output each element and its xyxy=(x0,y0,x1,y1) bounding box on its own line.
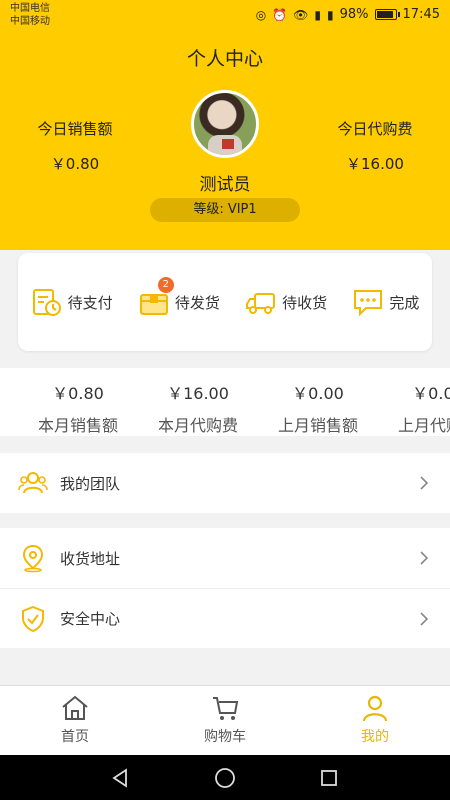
system-nav-bar xyxy=(0,755,450,800)
status-bar: 中国电信 中国移动 ◎ ⏰ 👁 ▮ ▮ 98% 17:45 xyxy=(0,0,450,32)
battery-icon xyxy=(374,9,400,20)
level-badge: 等级: VIP1 xyxy=(150,198,300,222)
hotspot-icon: ◎ xyxy=(255,7,267,22)
order-pending-shipment-label: 待发货 xyxy=(174,293,220,312)
team-icon xyxy=(18,472,48,494)
carrier-2: 中国移动 xyxy=(10,16,50,27)
menu-item-team-label: 我的团队 xyxy=(60,474,121,493)
shipment-count-badge: 2 xyxy=(157,277,174,293)
chat-dots-icon xyxy=(354,290,383,317)
carrier-1: 中国电信 xyxy=(10,3,50,14)
status-icons: ◎ ⏰ 👁 ▮ ▮ 98% 17:45 xyxy=(256,7,440,22)
user-icon xyxy=(362,695,388,722)
menu-item-address-label: 收货地址 xyxy=(60,549,121,568)
nav-home[interactable]: 首页 xyxy=(0,686,150,755)
nav-mine-label: 我的 xyxy=(361,729,389,745)
month-stat-value: ￥16.00 xyxy=(167,384,229,403)
order-pending-shipment[interactable]: 2 待发货 xyxy=(138,277,220,317)
nav-cart-label: 购物车 xyxy=(204,729,246,745)
chevron-right-icon xyxy=(420,476,429,490)
month-stat-label: 上月销售额 xyxy=(277,416,358,435)
month-stat-last-purchase: ￥0.00 上月代购费 xyxy=(378,380,450,436)
order-pending-payment-label: 待支付 xyxy=(67,293,113,312)
battery-percent: 98% xyxy=(339,7,369,22)
carrier-info: 中国电信 中国移动 xyxy=(10,2,50,28)
month-stat-value: ￥0.00 xyxy=(412,384,450,403)
month-stat-this-sales: ￥0.80 本月销售额 xyxy=(18,380,138,436)
month-stat-this-purchase: ￥16.00 本月代购费 xyxy=(138,380,258,436)
month-stat-label: 本月销售额 xyxy=(37,416,118,435)
menu-group-team: 我的团队 xyxy=(0,453,450,513)
nav-home-label: 首页 xyxy=(61,729,89,745)
location-pin-icon xyxy=(22,544,44,573)
today-sales-label: 今日销售额 xyxy=(37,120,113,138)
order-pending-receipt[interactable]: 待收货 xyxy=(245,287,327,317)
avatar[interactable] xyxy=(191,90,259,158)
bottom-nav: 首页 购物车 我的 xyxy=(0,685,450,755)
alarm-icon: ⏰ xyxy=(272,7,288,22)
cart-icon xyxy=(213,697,239,720)
order-pending-payment[interactable]: 待支付 xyxy=(31,287,113,317)
order-completed-label: 完成 xyxy=(389,293,420,312)
order-status-card: 待支付 2 待发货 待收货 完成 xyxy=(18,253,432,351)
month-stat-value: ￥0.00 xyxy=(292,384,344,403)
today-purchase: 今日代购费 ￥16.00 xyxy=(300,118,450,174)
signal-icon: ▮ xyxy=(314,7,322,22)
today-purchase-label: 今日代购费 xyxy=(337,120,413,138)
month-stat-last-sales: ￥0.00 上月销售额 xyxy=(258,380,378,436)
clock: 17:45 xyxy=(402,7,440,22)
nav-cart[interactable]: 购物车 xyxy=(150,686,300,755)
order-completed[interactable]: 完成 xyxy=(352,287,419,317)
home-icon xyxy=(62,695,88,720)
month-stat-value: ￥0.80 xyxy=(52,384,104,403)
chevron-right-icon xyxy=(420,611,429,626)
menu-item-team[interactable]: 我的团队 xyxy=(0,453,450,513)
signal-2-icon: ▮ xyxy=(327,7,334,22)
monthly-stats[interactable]: ￥0.80 本月销售额 ￥16.00 本月代购费 ￥0.00 上月销售额 ￥0.… xyxy=(0,368,450,436)
eye-icon: 👁 xyxy=(293,7,309,22)
month-stat-label: 上月代购费 xyxy=(397,416,450,435)
page-title: 个人中心 xyxy=(186,48,263,70)
truck-icon xyxy=(246,293,276,314)
nav-mine[interactable]: 我的 xyxy=(300,686,450,755)
order-pending-receipt-label: 待收货 xyxy=(282,293,328,312)
today-sales: 今日销售额 ￥0.80 xyxy=(0,118,150,174)
menu-item-security-label: 安全中心 xyxy=(60,610,121,628)
clock-doc-icon xyxy=(32,289,61,316)
user-name: 测试员 xyxy=(199,175,251,195)
shield-check-icon xyxy=(22,605,44,632)
back-icon[interactable] xyxy=(111,767,131,788)
chevron-right-icon xyxy=(420,551,429,565)
recent-apps-icon[interactable] xyxy=(319,768,339,788)
menu-item-security[interactable]: 安全中心 xyxy=(0,588,450,648)
home-circle-icon[interactable] xyxy=(214,767,236,789)
menu-group-settings: 收货地址 安全中心 xyxy=(0,528,450,648)
month-stat-label: 本月代购费 xyxy=(157,416,238,435)
menu-item-address[interactable]: 收货地址 xyxy=(0,528,450,588)
